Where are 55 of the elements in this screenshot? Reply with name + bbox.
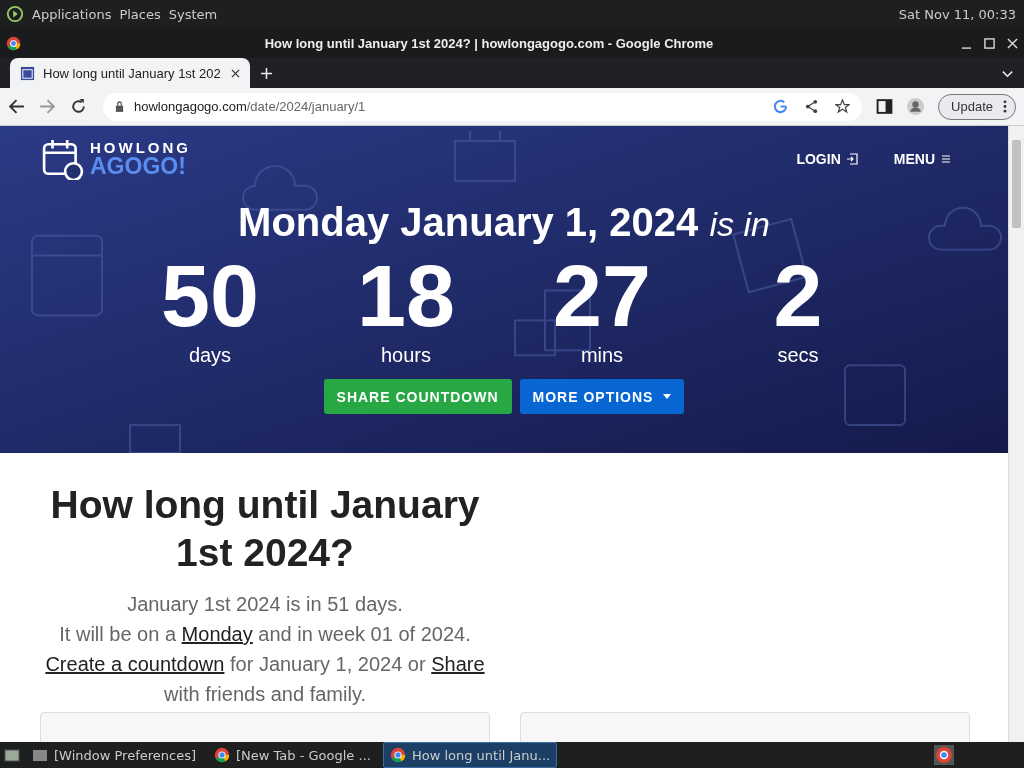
countdown-headline: Monday January 1, 2024 is in [238, 202, 770, 242]
panel-menu[interactable]: Places [119, 6, 161, 22]
panel-menu[interactable]: System [168, 6, 218, 22]
forward-icon[interactable] [39, 98, 56, 115]
countdown-unit: secs [777, 344, 819, 367]
share-icon[interactable] [804, 99, 820, 114]
taskbar-button[interactable]: [New Tab - Google ... [208, 743, 377, 767]
calendar-favicon-icon [20, 65, 35, 81]
maximize-icon[interactable] [984, 37, 995, 49]
window-title: How long until January 1st 2024? | howlongagogo.com - Google Chrome [263, 35, 715, 51]
chrome-logo-icon [6, 35, 21, 51]
text-link[interactable]: Create a countdown [45, 653, 225, 675]
countdown-value: 27 [553, 252, 651, 340]
site-logo[interactable]: HOWLONG AGOGO! [42, 138, 191, 180]
chrome-tray-icon[interactable] [934, 745, 954, 765]
back-icon[interactable] [8, 98, 25, 115]
close-icon[interactable] [231, 68, 240, 78]
caret-icon[interactable] [663, 394, 672, 399]
show-desktop-icon[interactable] [4, 747, 20, 763]
google-icon[interactable] [773, 99, 789, 114]
panel-clock: Sat Nov 11, 00:33 [898, 6, 1017, 22]
taskbar-button[interactable]: How long until Janu... [382, 742, 558, 768]
menu-icon[interactable] [940, 153, 952, 165]
options-dropdown-button[interactable]: MORE OPTIONS [519, 379, 685, 414]
countdown-unit: days [188, 344, 232, 367]
panel-menu[interactable]: Applications [32, 6, 112, 22]
chrome-logo-icon[interactable] [389, 747, 406, 763]
countdown-unit: hours [381, 344, 431, 367]
calendar-clock-icon [42, 138, 84, 180]
chrome-logo-icon[interactable] [214, 747, 230, 763]
browser-tab[interactable]: How long until January 1st 202 [10, 58, 250, 88]
text-link[interactable]: Share [431, 653, 485, 675]
countdown-value: 2 [773, 252, 823, 340]
page-heading: How long until January 1st 2024? [49, 482, 481, 576]
countdown-value: 18 [357, 252, 455, 340]
nav-link[interactable]: MENU [893, 151, 952, 167]
countdown-value: 50 [161, 252, 259, 340]
more-icon[interactable] [1003, 100, 1007, 113]
countdown-unit: mins [580, 344, 624, 367]
lock-icon [115, 101, 124, 112]
address-bar[interactable]: howlongagogo.com/date/2024/january/1 [103, 92, 863, 121]
taskbar-button[interactable]: [Window Preferences] [26, 743, 202, 767]
login-icon[interactable] [845, 153, 858, 165]
new-tab-icon[interactable] [260, 66, 273, 80]
side-panel-icon[interactable] [876, 98, 894, 115]
bookmark-star-icon[interactable] [835, 99, 851, 114]
distro-logo-icon[interactable] [6, 5, 24, 23]
scrollbar[interactable] [1008, 126, 1024, 742]
update-button[interactable]: Update [938, 93, 1016, 120]
window-icon[interactable] [32, 747, 48, 763]
text-link[interactable]: Monday [181, 623, 253, 645]
reload-icon[interactable] [70, 98, 87, 115]
profile-icon[interactable] [907, 98, 925, 115]
nav-link[interactable]: LOGIN [796, 151, 858, 167]
intro-paragraph: January 1st 2024 is in 51 days. It will be on a Monday and in week 01 of 2024. Create a countdown for January 1, 2024 or Share with friends and family. [45, 592, 485, 707]
